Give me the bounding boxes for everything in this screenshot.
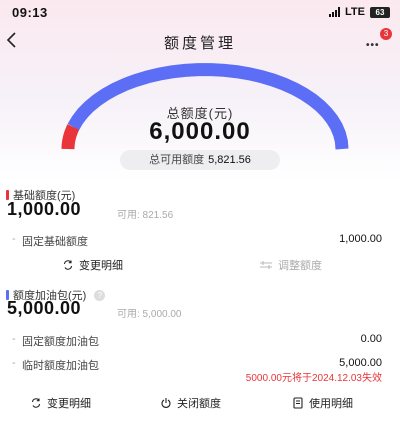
base-quota-amount: 1,000.00: [7, 199, 82, 219]
total-available-value: 5,821.56: [208, 154, 251, 166]
fixed-base-quota-label: 固定基础额度: [12, 233, 88, 249]
usage-detail-label: 使用明细: [309, 398, 353, 410]
fuel-change-detail-label: 变更明细: [47, 398, 91, 410]
total-available-label: 总可用额度: [149, 154, 205, 166]
battery-level: 63: [375, 7, 385, 17]
signal-icon: [329, 7, 341, 17]
base-quota-available: 可用: 821.56: [117, 210, 174, 221]
fuel-pack-available: 可用: 5,000.00: [117, 309, 182, 320]
status-bar: 09:13 LTE 63: [0, 0, 400, 24]
adjust-quota-label: 调整额度: [278, 260, 322, 272]
temp-fuel-pack-value: 5,000.00: [339, 357, 382, 369]
status-indicators: LTE 63: [329, 6, 390, 18]
more-dots-icon: •••: [366, 40, 380, 51]
power-icon: [161, 398, 171, 408]
network-type: LTE: [345, 6, 365, 18]
close-quota-label: 关闭额度: [177, 398, 221, 410]
page-title: 额度管理: [163, 35, 236, 52]
fuel-pack-amount: 5,000.00: [7, 298, 82, 318]
nav-bar: 额度管理 ••• 3: [0, 26, 400, 56]
fixed-fuel-pack-label: 固定额度加油包: [12, 333, 99, 349]
usage-detail-button[interactable]: 使用明细: [292, 395, 353, 411]
refresh-icon: [31, 398, 41, 408]
status-time: 09:13: [12, 4, 48, 20]
notification-badge: 3: [380, 28, 392, 40]
fixed-fuel-pack-value: 0.00: [360, 333, 382, 345]
fuel-change-detail-button[interactable]: 变更明细: [30, 395, 91, 411]
close-quota-button[interactable]: 关闭额度: [160, 395, 221, 411]
total-quota-amount: 6,000.00: [149, 118, 251, 145]
total-available-pill: 总可用额度 5,821.56: [120, 150, 280, 170]
more-button[interactable]: ••• 3: [364, 28, 392, 52]
base-change-detail-button[interactable]: 变更明细: [62, 257, 123, 273]
document-icon: [293, 397, 303, 409]
battery-icon: 63: [370, 6, 390, 18]
expire-note: 5000.00元将于2024.12.03失效: [245, 373, 382, 384]
adjust-quota-button[interactable]: 调整额度: [259, 257, 322, 273]
fixed-base-quota-value: 1,000.00: [339, 233, 382, 245]
base-change-detail-label: 变更明细: [79, 260, 123, 272]
adjust-icon: [260, 261, 272, 269]
info-icon[interactable]: ?: [94, 289, 106, 301]
temp-fuel-pack-label: 临时额度加油包: [12, 357, 99, 373]
refresh-icon: [63, 260, 73, 270]
